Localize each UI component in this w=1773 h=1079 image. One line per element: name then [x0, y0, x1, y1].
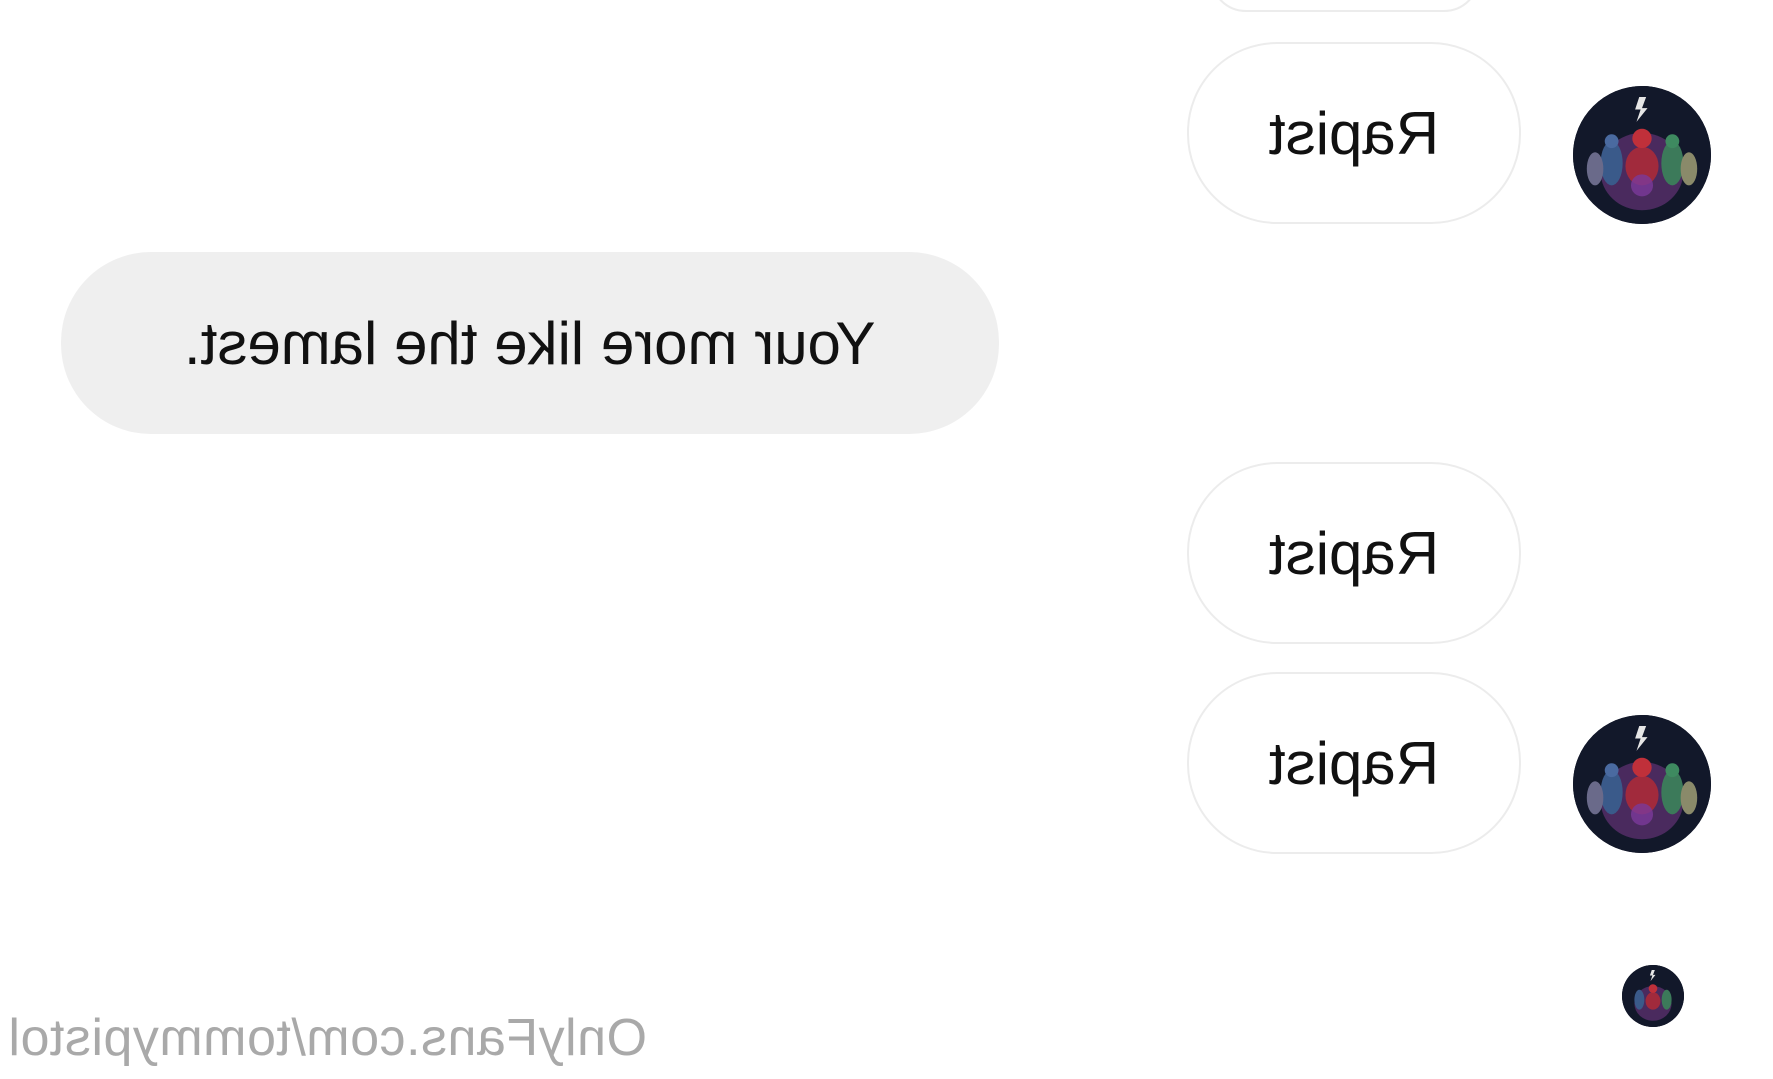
- message-text: Rapist: [1268, 99, 1440, 167]
- message-text: Rapist: [1268, 519, 1440, 587]
- watermark-label: OnlyFans.com/tommypistol: [8, 1009, 648, 1067]
- message-bubble-outgoing[interactable]: Rapist: [1187, 42, 1521, 224]
- previous-message-bubble[interactable]: [1210, 0, 1480, 12]
- chat-screen: Rapist Your more like the lamest. Rapist…: [0, 0, 1773, 1079]
- message-bubble-outgoing[interactable]: Rapist: [1187, 672, 1521, 854]
- profile-avatar-icon[interactable]: [1573, 715, 1711, 853]
- message-bubble-outgoing[interactable]: Rapist: [1187, 462, 1521, 644]
- message-text: Rapist: [1268, 729, 1440, 797]
- profile-avatar-icon[interactable]: [1573, 86, 1711, 224]
- message-bubble-incoming[interactable]: Your more like the lamest.: [61, 252, 999, 434]
- message-text: Your more like the lamest.: [184, 309, 876, 377]
- seen-receipt-avatar-icon: [1622, 965, 1684, 1027]
- watermark-text: OnlyFans.com/tommypistol: [8, 1008, 647, 1068]
